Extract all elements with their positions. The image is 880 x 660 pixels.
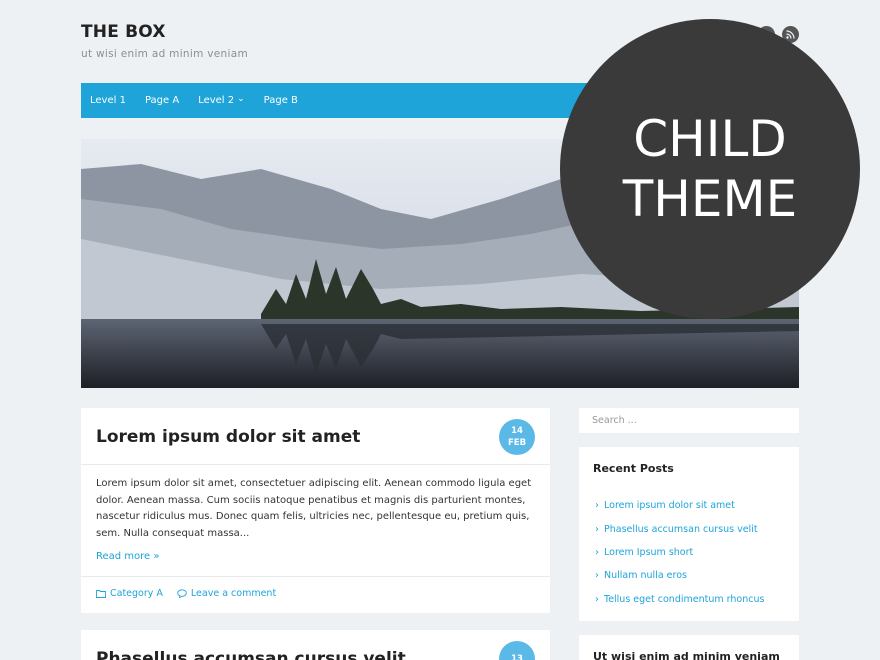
read-more-link[interactable]: Read more » <box>96 551 160 562</box>
post-title[interactable]: Lorem ipsum dolor sit amet <box>96 427 360 447</box>
chevron-right-icon: › <box>595 500 599 512</box>
recent-post-link[interactable]: › Lorem Ipsum short <box>595 541 764 564</box>
post-card: Lorem ipsum dolor sit amet 14 FEB Lorem … <box>81 408 550 613</box>
post-date-day: 14 <box>511 426 523 436</box>
child-theme-badge: CHILD THEME <box>560 19 860 319</box>
nav-label: Level 1 <box>90 95 126 106</box>
comment-link[interactable]: Leave a comment <box>177 588 276 599</box>
post-title[interactable]: Phasellus accumsan cursus velit <box>96 649 406 660</box>
recent-posts-widget: Recent Posts › Lorem ipsum dolor sit amet… <box>579 447 799 621</box>
comment-icon <box>177 589 187 598</box>
nav-item-page-b[interactable]: Page B <box>264 95 298 106</box>
category-label: Category A <box>110 588 163 599</box>
recent-post-link[interactable]: › Nullam nulla eros <box>595 564 764 587</box>
post-date-badge: 14 FEB <box>499 419 535 455</box>
recent-post-label: Phasellus accumsan cursus velit <box>604 523 758 535</box>
nav-label: Level 2 <box>198 95 235 106</box>
recent-post-label: Nullam nulla eros <box>604 570 687 582</box>
recent-post-label: Tellus eget condimentum rhoncus <box>604 593 765 605</box>
nav-label: Page B <box>263 95 298 106</box>
recent-posts-list: › Lorem ipsum dolor sit amet › Phasellus a… <box>595 494 764 611</box>
chevron-right-icon: › <box>595 546 599 558</box>
recent-post-link[interactable]: › Tellus eget condimentum rhoncus <box>595 588 764 611</box>
post-card: Phasellus accumsan cursus velit 13 <box>81 630 550 660</box>
post-meta: Category A Leave a comment <box>96 588 276 599</box>
recent-post-link[interactable]: › Lorem ipsum dolor sit amet <box>595 494 764 517</box>
post-date-badge: 13 <box>499 641 535 660</box>
folder-icon <box>96 590 106 598</box>
chevron-down-icon: ⌄ <box>237 93 245 104</box>
nav-label: Page A <box>144 95 180 106</box>
badge-line-1: CHILD <box>633 110 787 168</box>
nav-item-page-a[interactable]: Page A <box>145 95 179 106</box>
badge-line-2: THEME <box>622 170 798 228</box>
chevron-right-icon: › <box>595 593 599 605</box>
divider <box>81 464 550 465</box>
post-date-day: 13 <box>511 654 523 660</box>
search-input[interactable] <box>579 408 799 433</box>
divider <box>81 576 550 577</box>
chevron-right-icon: › <box>595 523 599 535</box>
nav-item-level1[interactable]: Level 1 <box>90 95 126 106</box>
category-link[interactable]: Category A <box>96 588 163 599</box>
widget-title: Recent Posts <box>593 462 674 475</box>
recent-post-label: Lorem ipsum dolor sit amet <box>604 500 735 512</box>
comment-label: Leave a comment <box>190 588 277 599</box>
recent-post-label: Lorem Ipsum short <box>604 546 694 558</box>
widget-title: Ut wisi enim ad minim veniam <box>593 650 780 660</box>
chevron-right-icon: › <box>595 570 599 582</box>
recent-post-link[interactable]: › Phasellus accumsan cursus velit <box>595 517 764 540</box>
post-date-month: FEB <box>507 438 527 448</box>
nav-item-level2[interactable]: Level 2 ⌄ <box>198 93 245 107</box>
text-widget: Ut wisi enim ad minim veniam <box>579 635 799 660</box>
post-excerpt: Lorem ipsum dolor sit amet, consectetuer… <box>96 478 532 539</box>
